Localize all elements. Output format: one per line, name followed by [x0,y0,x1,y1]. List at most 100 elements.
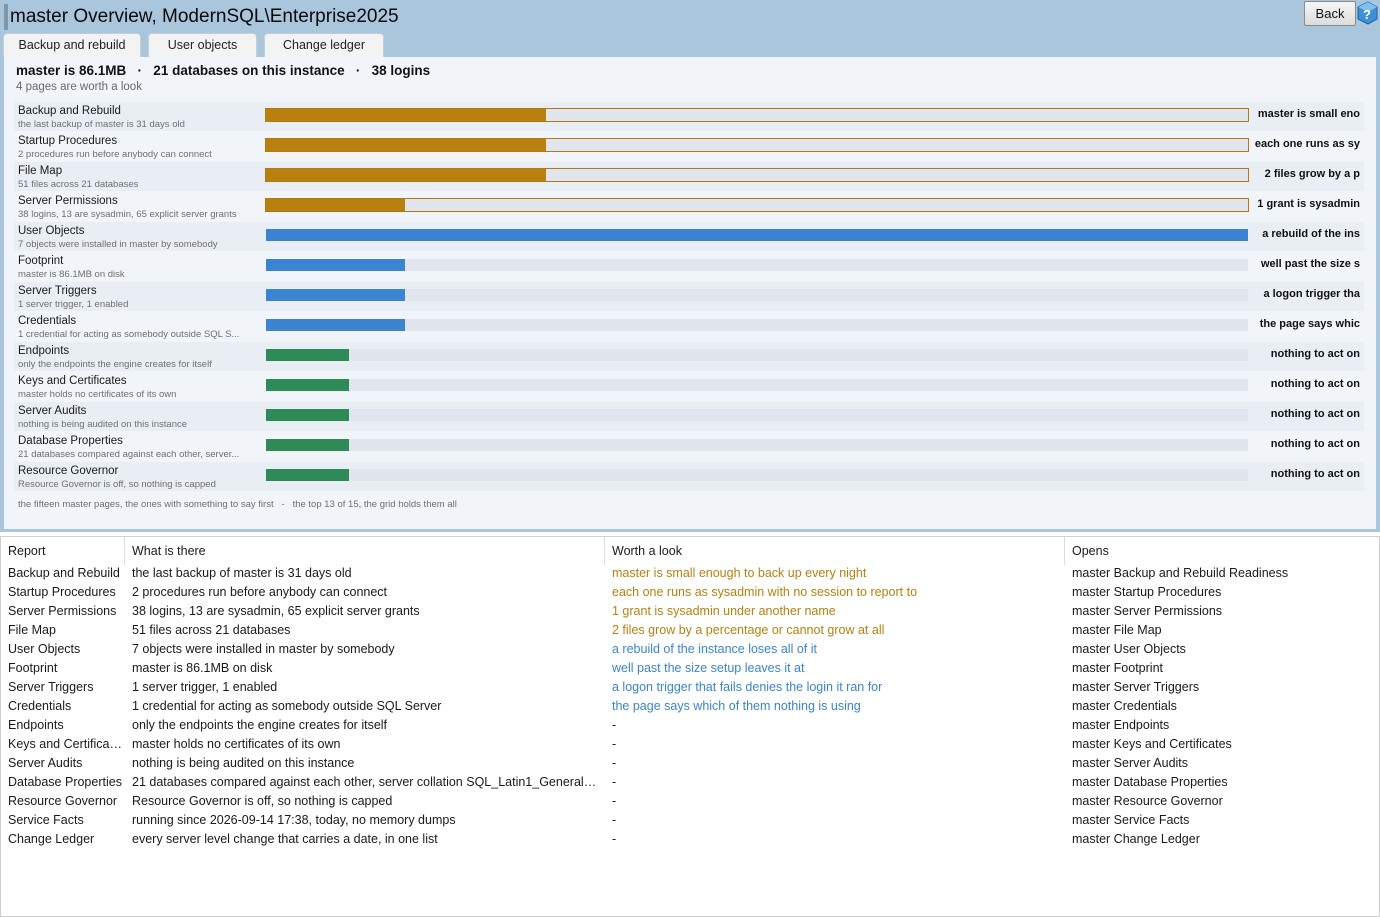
table-row[interactable]: Change Ledger every server level change t… [1,830,1379,849]
report-bar-row[interactable]: Endpoints only the endpoints the engine c… [14,342,1364,371]
summary-hint: 4 pages are worth a look [16,81,142,93]
report-bar-note: nothing to act on [1270,378,1360,390]
report-bar-row[interactable]: Startup Procedures 2 procedures run befor… [14,132,1364,161]
report-bar-track [266,469,1248,481]
cell-what-is-there: 7 objects were installed in master by so… [132,642,395,656]
report-bar-row[interactable]: Server Permissions 38 logins, 13 are sysa… [14,192,1364,221]
report-bar-note: 2 files grow by a p [1264,168,1360,180]
report-bar-subtitle: the last backup of master is 31 days old [18,119,185,130]
report-bar-fill [266,169,546,181]
report-bar-subtitle: 1 credential for acting as somebody outs… [18,329,240,340]
cell-opens: master Change Ledger [1072,832,1200,846]
report-bar-row[interactable]: Resource Governor Resource Governor is of… [14,462,1364,491]
cell-worth-a-look: master is small enough to back up every … [612,566,867,580]
tab-user-objects[interactable]: User objects [148,33,257,57]
cell-what-is-there: 21 databases compared against each other… [132,775,602,789]
table-row[interactable]: Server Audits nothing is being audited on… [1,754,1379,773]
cell-opens: master Startup Procedures [1072,585,1222,599]
report-bar-track [266,439,1248,451]
cell-worth-a-look: well past the size setup leaves it at [612,661,805,675]
table-row[interactable]: Credentials 1 credential for acting as so… [1,697,1379,716]
cell-worth-a-look: - [612,794,617,808]
report-bar-row[interactable]: File Map 51 files across 21 databases 2 fi… [14,162,1364,191]
report-bar-row[interactable]: Backup and Rebuild the last backup of mas… [14,102,1364,131]
table-row[interactable]: Server Permissions 38 logins, 13 are sysa… [1,602,1379,621]
overview-panel: master is 86.1MB · 21 databases on this … [4,57,1376,529]
report-bar-track [266,289,1248,301]
report-bar-row[interactable]: Footprint master is 86.1MB on disk well pa… [14,252,1364,281]
cell-report: Backup and Rebuild [8,566,120,580]
report-bar-note: the page says whic [1259,318,1360,330]
summary-line: master is 86.1MB · 21 databases on this … [16,63,431,78]
table-row[interactable]: Database Properties 21 databases compared… [1,773,1379,792]
cell-opens: master User Objects [1072,642,1186,656]
report-grid[interactable]: Report What is there Worth a look Opens … [0,536,1380,917]
report-bar-fill [266,379,350,391]
report-bar-subtitle: master holds no certificates of its own [18,389,177,400]
cell-opens: master Endpoints [1072,718,1170,732]
tab-change-ledger[interactable]: Change ledger [264,33,384,57]
cell-what-is-there: 51 files across 21 databases [132,623,291,637]
report-bar-subtitle: nothing is being audited on this instanc… [18,419,188,430]
report-bar-row[interactable]: Server Audits nothing is being audited on… [14,402,1364,431]
cell-worth-a-look: a logon trigger that fails denies the lo… [612,680,883,694]
report-bar-subtitle: 2 procedures run before anybody can conn… [18,149,212,160]
cell-report: Change Ledger [8,832,95,846]
report-bar-row[interactable]: Database Properties 21 databases compared… [14,432,1364,461]
report-bar-subtitle: only the endpoints the engine creates fo… [18,359,212,370]
table-row[interactable]: File Map 51 files across 21 databases 2 fi… [1,621,1379,640]
table-row[interactable]: Server Triggers 1 server trigger, 1 enabl… [1,678,1379,697]
report-bar-fill [266,319,406,331]
cell-report: File Map [8,623,56,637]
report-bar-fill [266,229,1248,241]
report-bar-subtitle: 1 server trigger, 1 enabled [18,299,129,310]
table-row[interactable]: Startup Procedures 2 procedures run befor… [1,583,1379,602]
cell-worth-a-look: - [612,756,617,770]
report-bar-note: master is small eno [1257,108,1360,120]
cell-report: Server Permissions [8,604,117,618]
table-row[interactable]: Endpoints only the endpoints the engine c… [1,716,1379,735]
title-accent [4,4,8,30]
report-bar-subtitle: Resource Governor is off, so nothing is … [18,479,216,490]
report-bar-name: Server Triggers [18,285,97,297]
report-bar-row[interactable]: Keys and Certificates master holds no cer… [14,372,1364,401]
table-row[interactable]: Resource Governor Resource Governor is of… [1,792,1379,811]
back-button[interactable]: Back [1304,1,1356,26]
cell-report: User Objects [8,642,81,656]
overview-header-area: master Overview, ModernSQL\Enterprise202… [0,0,1380,532]
report-bar-fill [266,259,406,271]
report-bar-fill [266,409,350,421]
cell-worth-a-look: 2 files grow by a percentage or cannot g… [612,623,885,637]
table-row[interactable]: Keys and Certificates master holds no cer… [1,735,1379,754]
report-bar-row[interactable]: Credentials 1 credential for acting as so… [14,312,1364,341]
window-title: master Overview, ModernSQL\Enterprise202… [10,6,399,27]
report-bar-row[interactable]: Server Triggers 1 server trigger, 1 enabl… [14,282,1364,311]
column-header-report[interactable]: Report [1,537,125,565]
table-row[interactable]: Service Facts running since 2026-09-14 17… [1,811,1379,830]
tab-backup-and-rebuild[interactable]: Backup and rebuild [3,33,141,57]
cell-report: Server Triggers [8,680,94,694]
table-row[interactable]: Footprint master is 86.1MB on disk well pa… [1,659,1379,678]
table-row[interactable]: User Objects 7 objects were installed in … [1,640,1379,659]
column-header-what-is-there[interactable]: What is there [125,537,605,565]
cell-worth-a-look: - [612,813,617,827]
help-icon[interactable]: ? [1356,1,1378,25]
report-bar-name: Endpoints [18,345,70,357]
cell-what-is-there: only the endpoints the engine creates fo… [132,718,388,732]
table-row[interactable]: Backup and Rebuild the last backup of mas… [1,564,1379,583]
cell-what-is-there: 1 credential for acting as somebody outs… [132,699,442,713]
cell-what-is-there: running since 2026-09-14 17:38, today, n… [132,813,456,827]
report-bar-track [265,198,1249,212]
report-bar-subtitle: 38 logins, 13 are sysadmin, 65 explicit … [18,209,237,220]
cell-opens: master Footprint [1072,661,1164,675]
cell-worth-a-look: - [612,775,617,789]
column-header-worth-a-look[interactable]: Worth a look [605,537,1065,565]
column-header-opens[interactable]: Opens [1065,537,1379,565]
report-bar-name: Resource Governor [18,465,119,477]
report-bar-subtitle: 21 databases compared against each other… [18,449,240,460]
cell-worth-a-look: - [612,718,617,732]
report-bar-fill [266,349,350,361]
report-bar-subtitle: master is 86.1MB on disk [18,269,125,280]
cell-opens: master Service Facts [1072,813,1190,827]
report-bar-row[interactable]: User Objects 7 objects were installed in … [14,222,1364,251]
